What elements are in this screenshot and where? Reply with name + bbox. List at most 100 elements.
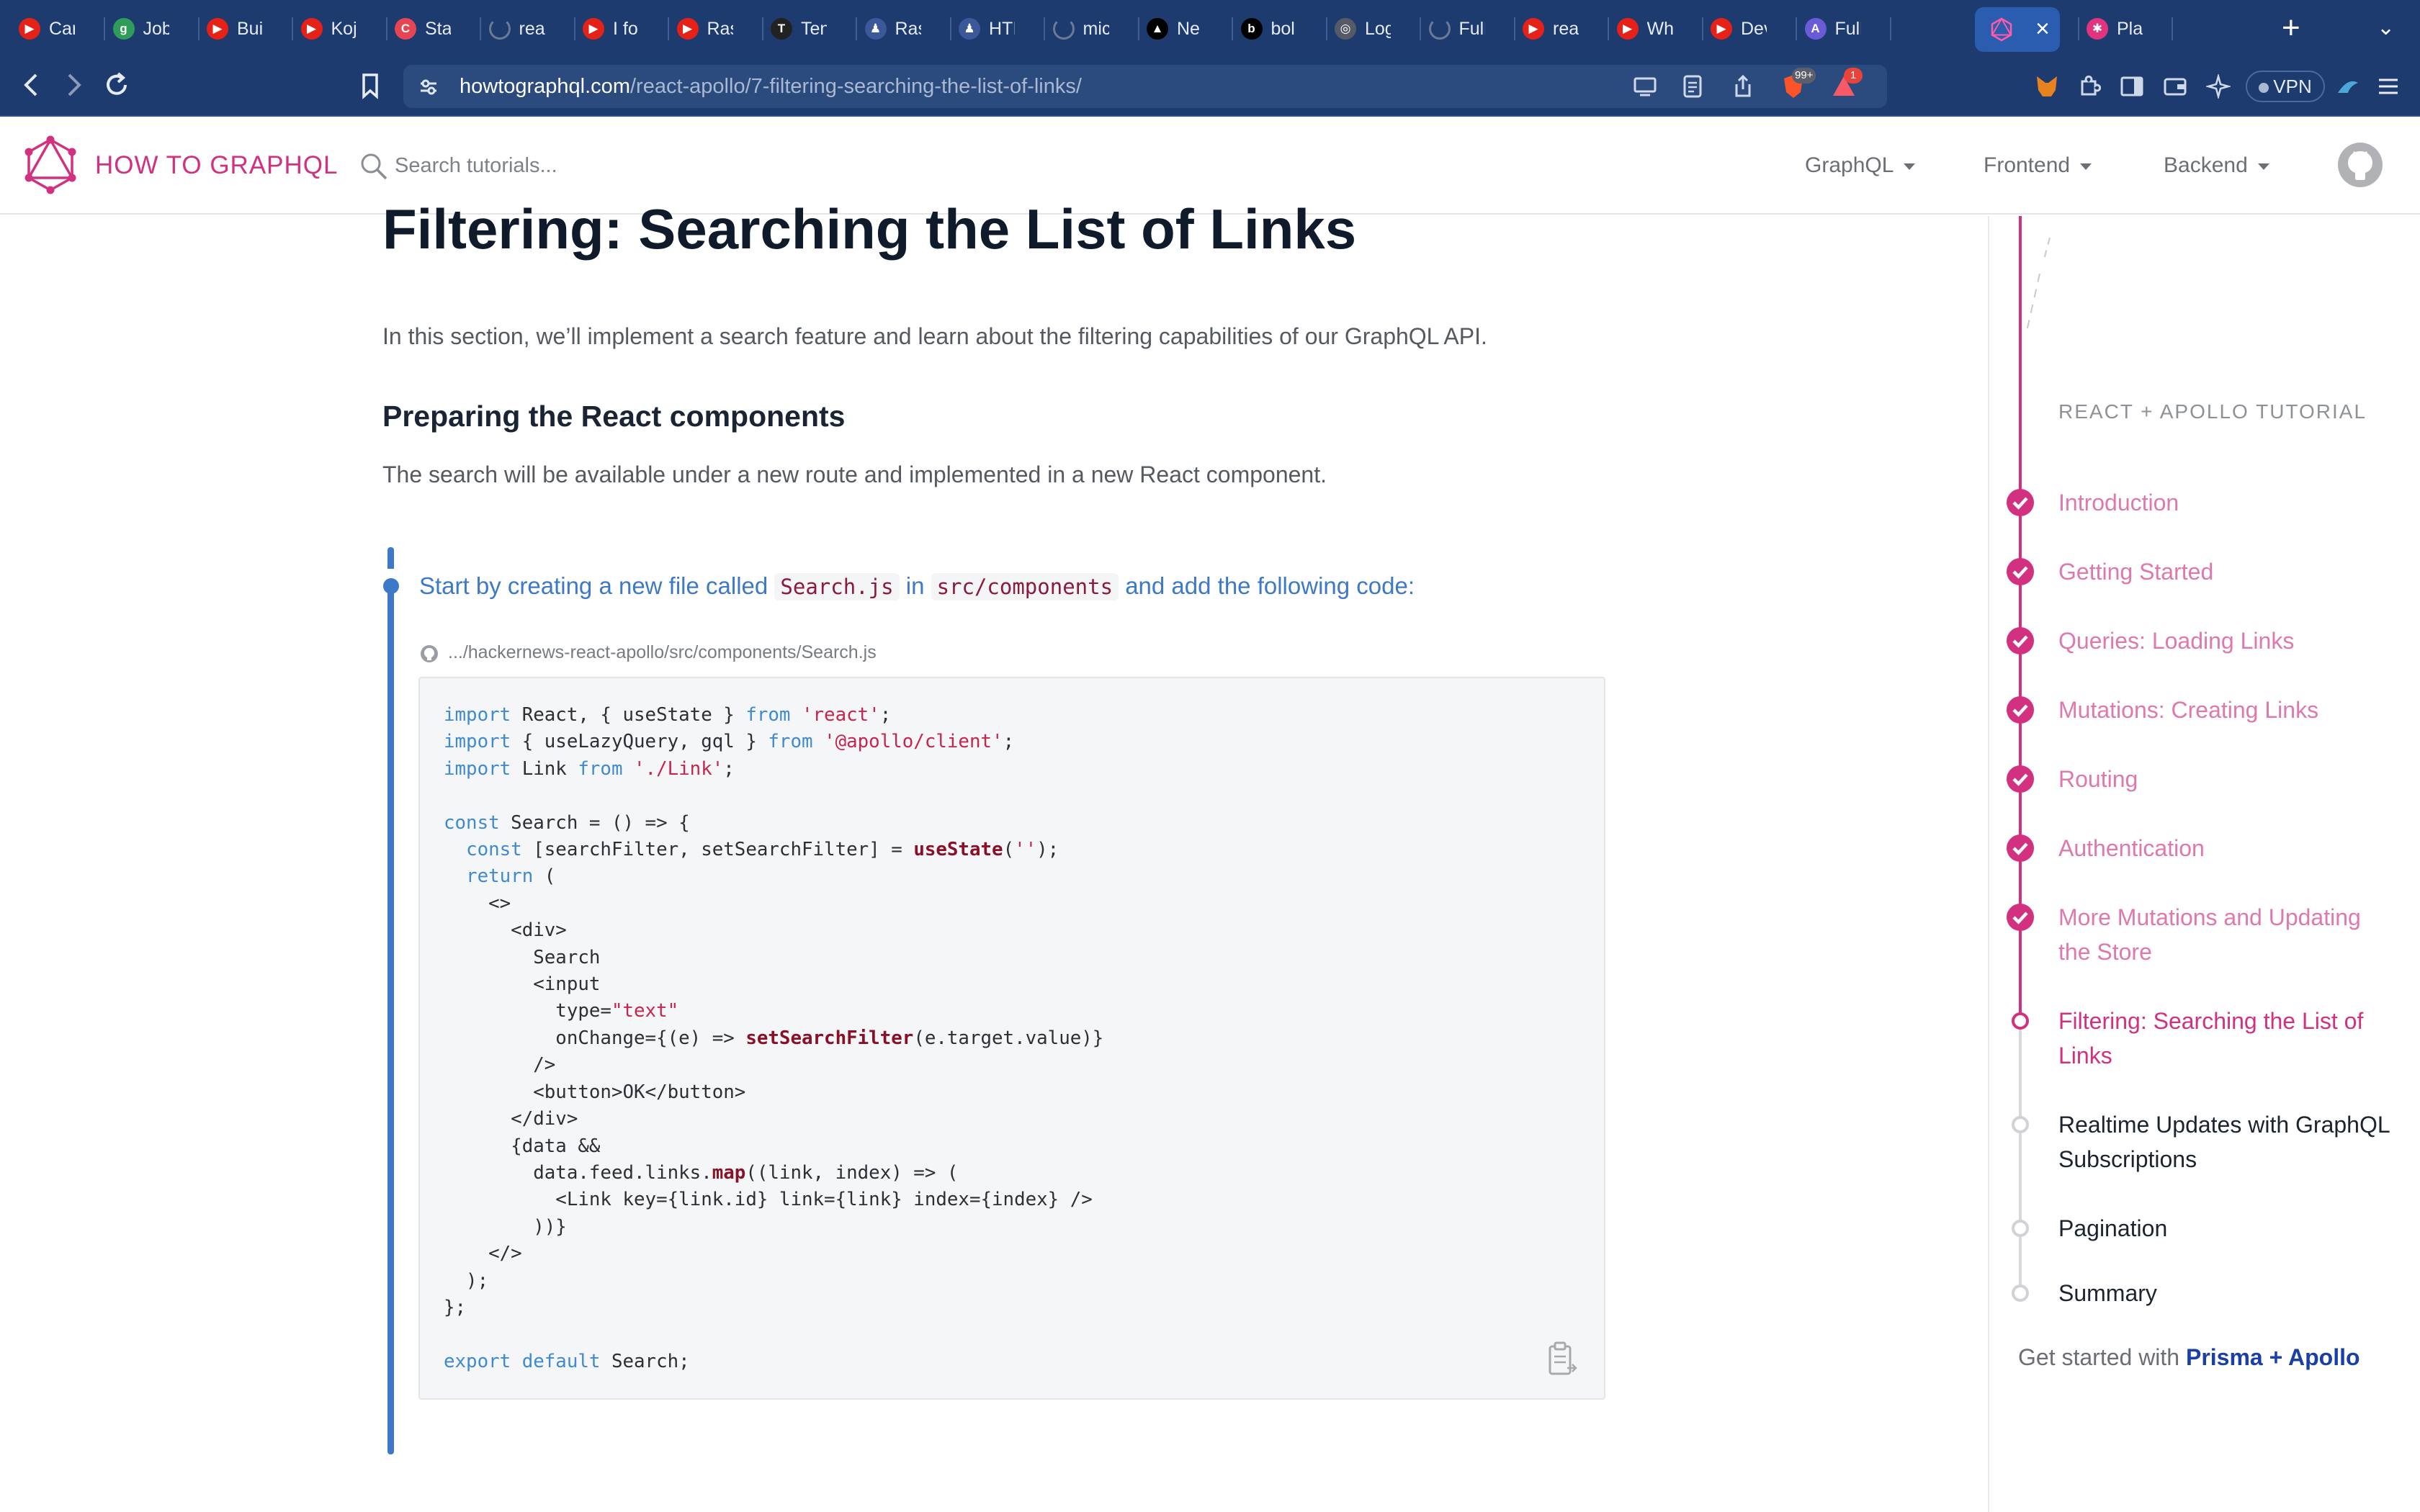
- cast-icon[interactable]: [1631, 72, 1659, 101]
- tab-separator: [1796, 17, 1797, 40]
- menu-frontend[interactable]: Frontend: [1984, 151, 2092, 180]
- vpn-button[interactable]: VPN: [2246, 71, 2325, 102]
- tab-separator: [1513, 17, 1515, 40]
- browser-tab[interactable]: ◎ Log: [1335, 9, 1391, 49]
- pending-chapter-icon: [2012, 1220, 2029, 1237]
- tab-separator: [573, 17, 575, 40]
- sidebar-chapter[interactable]: More Mutations and Updating the Store: [2058, 900, 2361, 969]
- sidebar-chapter[interactable]: Introduction: [2058, 485, 2179, 520]
- browser-tab[interactable]: T Ten: [771, 9, 827, 49]
- sidebar-chapter[interactable]: Pagination: [2058, 1211, 2167, 1246]
- back-icon[interactable]: [20, 71, 43, 106]
- profile-icon[interactable]: [2334, 72, 2362, 101]
- tab-title: Full: [1458, 18, 1485, 39]
- tab-title: Job: [143, 18, 169, 39]
- sidebar-chapter[interactable]: Queries: Loading Links: [2058, 624, 2294, 658]
- extensions-icon[interactable]: [2074, 72, 2103, 101]
- menu-icon[interactable]: [2374, 72, 2403, 101]
- browser-tab[interactable]: ▲ Ne: [1147, 9, 1203, 49]
- browser-tab[interactable]: mic: [1052, 9, 1109, 49]
- tab-title: Sta: [425, 18, 451, 39]
- browser-tab[interactable]: ▶ Buil: [207, 9, 263, 49]
- c-logo-icon: C: [395, 18, 416, 40]
- code-token: 'react': [802, 704, 880, 726]
- sidebar-chapter[interactable]: Routing: [2058, 762, 2138, 796]
- tab-title: Ten: [801, 18, 827, 39]
- code-line: import React, { useState } from 'react';: [444, 702, 1103, 729]
- share-icon[interactable]: [1729, 72, 1757, 101]
- menu-backend[interactable]: Backend: [2164, 151, 2269, 180]
- reload-icon[interactable]: [102, 71, 131, 106]
- sidebar-chapter[interactable]: Realtime Updates with GraphQL Subscriptio…: [2058, 1107, 2390, 1176]
- browser-tab[interactable]: ▶ rea: [1523, 9, 1579, 49]
- forward-icon[interactable]: [62, 71, 85, 106]
- code-token: [searchFilter, setSearchFilter] =: [521, 839, 914, 861]
- sidebar-chapter[interactable]: Summary: [2058, 1276, 2157, 1310]
- chevron-down-icon: [1904, 163, 1916, 170]
- browser-tab[interactable]: ♟ Ras: [864, 9, 921, 49]
- sidebar-chapter[interactable]: Getting Started: [2058, 554, 2213, 589]
- chapter-title-line: Links: [2058, 1043, 2112, 1068]
- code-token: (e.target.value)}: [913, 1027, 1104, 1049]
- sidebar-chapter[interactable]: Mutations: Creating Links: [2058, 693, 2318, 727]
- code-token: (: [533, 865, 556, 888]
- reader-mode-icon[interactable]: [1678, 72, 1707, 101]
- puzzle-icon: ✱: [2087, 18, 2108, 40]
- checkmark-icon: [2007, 696, 2034, 724]
- browser-tab[interactable]: g Job: [112, 9, 169, 49]
- browser-tab[interactable]: ✱ Pla: [2087, 9, 2143, 49]
- browser-tab[interactable]: rea: [488, 9, 545, 49]
- tab-title: Pla: [2117, 18, 2143, 39]
- site-logo-text[interactable]: HOW TO GRAPHQL: [95, 150, 338, 181]
- github-icon[interactable]: [2338, 143, 2383, 187]
- copy-icon[interactable]: [1547, 1341, 1579, 1378]
- browser-tab[interactable]: ▶ Koj: [300, 9, 357, 49]
- code-token: export: [444, 1350, 511, 1372]
- chapter-title-line: Routing: [2058, 766, 2138, 792]
- sidebar-toggle-icon[interactable]: [2118, 72, 2146, 101]
- site-settings-icon[interactable]: [418, 76, 439, 102]
- url-text[interactable]: howtographql.com/react-apollo/7-filterin…: [460, 73, 1082, 99]
- browser-tab[interactable]: A Full: [1804, 9, 1861, 49]
- code-line: </div>: [444, 1106, 1103, 1133]
- bookmark-icon[interactable]: [359, 72, 382, 107]
- browser-tab[interactable]: ▶ I fo: [583, 9, 639, 49]
- sidebar-chapter[interactable]: Authentication: [2058, 831, 2205, 865]
- graphql-logo-icon[interactable]: [24, 135, 76, 194]
- person-icon: ♟: [959, 18, 980, 40]
- code-token: Link: [511, 757, 578, 780]
- browser-tab[interactable]: C Sta: [395, 9, 451, 49]
- code-line: <div>: [444, 917, 1103, 944]
- browser-tab[interactable]: Full: [1428, 9, 1485, 49]
- sidebar-chapter[interactable]: Filtering: Searching the List of Links: [2058, 1004, 2363, 1073]
- tab-title: Ras: [895, 18, 921, 39]
- menu-graphql[interactable]: GraphQL: [1805, 151, 1916, 180]
- code-line: />: [444, 1052, 1103, 1079]
- browser-tab[interactable]: ▶ Ras: [676, 9, 733, 49]
- browser-tab[interactable]: ♟ HTI: [959, 9, 1015, 49]
- vpn-label: VPN: [2273, 76, 2312, 97]
- code-token: { useLazyQuery, gql }: [511, 731, 768, 753]
- metamask-icon[interactable]: [2033, 72, 2061, 101]
- browser-tab[interactable]: b bol: [1240, 9, 1297, 49]
- code-content[interactable]: import React, { useState } from 'react';…: [444, 702, 1103, 1375]
- tab-title: Buil: [237, 18, 263, 39]
- tab-title: I fo: [613, 18, 638, 39]
- search-input[interactable]: [395, 148, 769, 183]
- new-tab-button[interactable]: +: [2282, 10, 2300, 46]
- code-token: ;: [879, 704, 892, 726]
- code-token: onChange={(e) =>: [444, 1027, 746, 1049]
- leo-ai-icon[interactable]: [2204, 72, 2233, 101]
- wallet-icon[interactable]: [2161, 72, 2190, 101]
- tab-list-chevron-icon[interactable]: ⌄: [2377, 10, 2395, 46]
- cta-link[interactable]: Prisma + Apollo: [2186, 1344, 2360, 1370]
- code-line: <input: [444, 971, 1103, 998]
- browser-tab[interactable]: ▶ Dev: [1711, 9, 1767, 49]
- browser-tab[interactable]: ▶ Car: [19, 9, 75, 49]
- code-token: <Link key={link.id} link={link} index={i…: [444, 1189, 1093, 1211]
- close-tab-icon[interactable]: ×: [2035, 14, 2050, 43]
- browser-tab[interactable]: ▶ Wh: [1616, 9, 1673, 49]
- tab-separator: [856, 17, 857, 40]
